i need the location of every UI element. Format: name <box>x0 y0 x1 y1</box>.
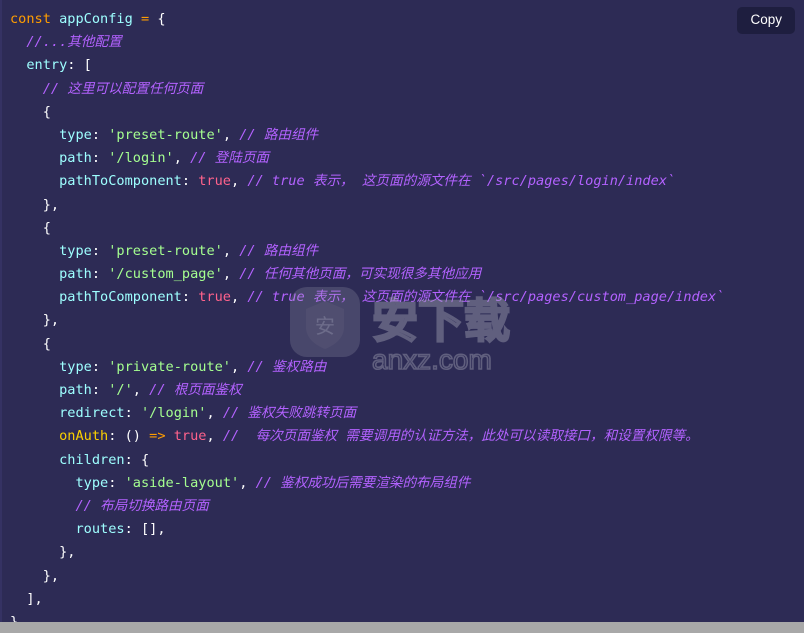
code-line: onAuth: () => true, // 每次页面鉴权 需要调用的认证方法，… <box>59 428 699 445</box>
token-comment: // 鉴权路由 <box>247 358 327 375</box>
token-punctuation: ], <box>26 590 43 607</box>
token-variable: appConfig <box>59 11 133 27</box>
token-property: children <box>59 451 125 468</box>
token-comment: // 路由组件 <box>239 242 319 259</box>
token-comment: // 鉴权成功后需要渲染的布局组件 <box>255 474 471 491</box>
shield-icon <box>306 301 344 349</box>
token-punctuation: : { <box>124 451 150 468</box>
token-punctuation: { <box>149 11 166 27</box>
token-punctuation: }, <box>42 312 60 329</box>
token-comment: // 布局切换路由页面 <box>75 497 209 514</box>
token-string: '/custom_page' <box>108 266 223 283</box>
token-comment: // 鉴权失败跳转页面 <box>222 405 357 422</box>
token-comment: // 任何其他页面，可实现很多其他应用 <box>239 266 482 283</box>
token-property: pathToComponent <box>59 289 182 306</box>
code-line: }, <box>10 309 804 332</box>
code-line: { <box>10 217 804 240</box>
token-property: type <box>59 358 92 375</box>
token-string: '/' <box>108 382 133 398</box>
watermark-brand-text: 安下载 <box>372 294 510 348</box>
token-comment: // 每次页面鉴权 需要调用的认证方法，此处可以读取接口，和设置权限等。 <box>222 428 699 445</box>
token-keyword: const <box>10 11 51 27</box>
token-property: routes <box>75 521 125 538</box>
token-boolean: true <box>198 289 231 306</box>
token-punctuation: : [ <box>67 57 92 74</box>
token-punctuation: { <box>42 335 51 352</box>
token-string: 'preset-route' <box>108 126 223 143</box>
token-string: 'aside-layout' <box>124 474 240 491</box>
token-comment: // true 表示， 这页面的源文件在 `/src/pages/login/i… <box>247 173 676 190</box>
token-string: 'preset-route' <box>108 242 223 259</box>
code-line: entry: [ <box>10 54 804 77</box>
token-punctuation: }, <box>42 196 60 213</box>
token-property: redirect <box>59 405 125 422</box>
code-line: //...其他配置 <box>10 31 804 54</box>
code-line: }, <box>10 565 804 588</box>
code-line: // 布局切换路由页面 <box>10 495 804 518</box>
watermark-domain-text: anxz.com <box>372 344 492 375</box>
code-line: type: 'preset-route', // 路由组件 <box>59 126 319 143</box>
token-string: '/login' <box>140 405 207 422</box>
token-function: onAuth <box>59 428 109 445</box>
code-content: const appConfig = { //...其他配置 entry: [ /… <box>0 8 804 633</box>
watermark-logo-text: 安 <box>315 314 335 338</box>
watermark-anxz: 安 安下载 anxz.com <box>290 287 511 376</box>
token-property: type <box>75 474 109 491</box>
code-line: redirect: '/login', // 鉴权失败跳转页面 <box>59 405 357 422</box>
token-operator: => <box>149 428 166 445</box>
code-line: { <box>10 101 804 124</box>
token-comment: // 这里可以配置任何页面 <box>42 80 204 97</box>
token-string: '/login' <box>108 150 174 167</box>
code-line: { <box>10 333 804 356</box>
code-line: // 这里可以配置任何页面 <box>10 78 804 101</box>
token-property: type <box>59 126 92 143</box>
code-line: pathToComponent: true, // true 表示， 这页面的源… <box>59 173 676 190</box>
token-comment: //...其他配置 <box>26 34 122 51</box>
code-line: path: '/', // 根页面鉴权 <box>59 382 242 398</box>
token-boolean: true <box>173 428 207 445</box>
token-property: entry <box>26 57 68 74</box>
horizontal-scrollbar[interactable] <box>0 622 804 633</box>
code-line: type: 'aside-layout', // 鉴权成功后需要渲染的布局组件 <box>75 474 471 491</box>
token-punctuation: : [], <box>124 521 166 538</box>
token-property: path <box>59 382 92 398</box>
token-comment: // 路由组件 <box>239 126 319 143</box>
token-comment: // true 表示， 这页面的源文件在 `/src/pages/custom_… <box>247 289 725 306</box>
code-line: }, <box>10 541 804 564</box>
copy-button[interactable]: Copy <box>737 7 795 34</box>
token-punctuation: }, <box>59 544 76 561</box>
token-punctuation: }, <box>42 567 60 584</box>
token-comment: // 登陆页面 <box>190 150 270 167</box>
code-line: type: 'preset-route', // 路由组件 <box>59 242 319 259</box>
token-boolean: true <box>198 173 231 190</box>
token-property: path <box>59 150 92 167</box>
code-line: const appConfig = { <box>10 8 804 31</box>
code-line: path: '/custom_page', // 任何其他页面，可实现很多其他应… <box>59 266 482 283</box>
code-line: type: 'private-route', // 鉴权路由 <box>59 358 327 375</box>
horizontal-scrollbar-thumb[interactable] <box>0 622 804 633</box>
token-property: type <box>59 242 92 259</box>
code-line: path: '/login', // 登陆页面 <box>59 150 270 167</box>
token-operator: = <box>140 11 150 27</box>
token-comment: // 根页面鉴权 <box>149 382 242 398</box>
token-punctuation: { <box>42 103 51 120</box>
token-string: 'private-route' <box>108 358 231 375</box>
token-punctuation: { <box>42 219 51 236</box>
code-line: children: { <box>10 449 804 472</box>
token-property: path <box>59 266 92 283</box>
code-snippet-viewer: const appConfig = { //...其他配置 entry: [ /… <box>0 0 804 633</box>
code-line: pathToComponent: true, // true 表示， 这页面的源… <box>59 289 725 306</box>
code-line: routes: [], <box>10 518 804 541</box>
code-line: ], <box>10 588 804 611</box>
code-line: }, <box>10 194 804 217</box>
watermark-logo-plate <box>290 287 360 357</box>
token-property: pathToComponent <box>59 173 182 190</box>
